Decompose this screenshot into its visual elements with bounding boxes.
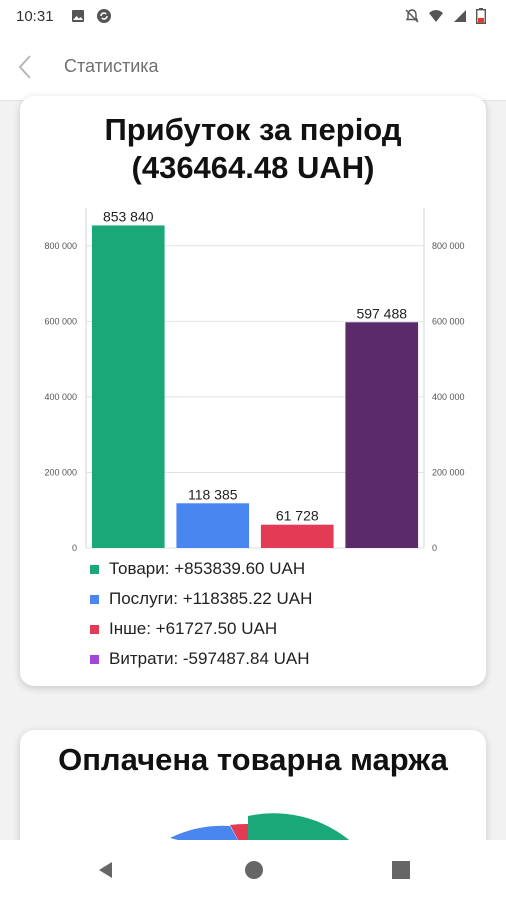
profit-card-total: (436464.48 UAH) (131, 150, 375, 185)
back-triangle-icon[interactable] (96, 860, 116, 880)
y-tick-label-right: 800 000 (432, 241, 465, 251)
battery-low-icon (475, 8, 492, 25)
y-tick-label-left: 400 000 (44, 392, 77, 402)
y-tick-label-left: 200 000 (44, 467, 77, 477)
legend-label: Послуги: +118385.22 UAH (109, 589, 313, 608)
chart-legend: Товари: +853839.60 UAH Послуги: +118385.2… (90, 554, 312, 674)
y-tick-label-left: 600 000 (44, 316, 77, 326)
legend-label: Витрати: -597487.84 UAH (109, 649, 310, 668)
legend-label: Інше: +61727.50 UAH (109, 619, 278, 638)
status-time: 10:31 (16, 8, 54, 25)
y-tick-label-left: 800 000 (44, 241, 77, 251)
legend-label: Товари: +853839.60 UAH (109, 559, 306, 578)
bar-1 (91, 225, 165, 548)
bar-value-label: 597 488 (356, 305, 407, 321)
profit-bar-chart: 0 0 200 000 200 000 400 000 400 000 600 000 600… (44, 208, 465, 553)
app-bar: Статистика (0, 34, 506, 101)
legend-item: Інше: +61727.50 UAH (90, 614, 312, 644)
y-tick-label-left: 0 (72, 543, 77, 553)
legend-swatch (90, 624, 99, 634)
bar-4 (345, 322, 419, 548)
wifi-icon (428, 8, 444, 24)
bar-2 (176, 503, 250, 548)
status-bar: 10:31 (0, 0, 506, 34)
y-tick-label-right: 400 000 (432, 392, 465, 402)
y-tick-label-right: 0 (432, 543, 437, 553)
bar-value-label: 118 385 (188, 486, 238, 502)
recents-square-icon[interactable] (391, 860, 411, 880)
navigation-bar (0, 840, 506, 900)
legend-item: Товари: +853839.60 UAH (90, 554, 312, 584)
signal-icon (452, 8, 468, 24)
y-tick-label-right: 600 000 (432, 316, 465, 326)
legend-item: Витрати: -597487.84 UAH (90, 644, 312, 674)
back-chevron-icon[interactable] (14, 52, 38, 82)
bar-value-label: 853 840 (103, 208, 154, 224)
bar-value-label: 61 728 (276, 508, 319, 524)
image-icon (70, 8, 86, 24)
profit-card-title: Прибуток за період (104, 112, 402, 147)
y-tick-label-right: 200 000 (432, 467, 465, 477)
profit-card: Прибуток за період (436464.48 UAH) 0 0 200… (20, 96, 486, 686)
home-circle-icon[interactable] (244, 860, 264, 880)
bar-3 (260, 524, 334, 548)
legend-swatch (90, 594, 99, 604)
legend-swatch (90, 654, 99, 664)
sync-icon (96, 8, 112, 24)
page-title: Статистика (64, 56, 159, 76)
legend-item: Послуги: +118385.22 UAH (90, 584, 312, 614)
notifications-off-icon (404, 8, 420, 24)
legend-swatch (90, 564, 99, 574)
